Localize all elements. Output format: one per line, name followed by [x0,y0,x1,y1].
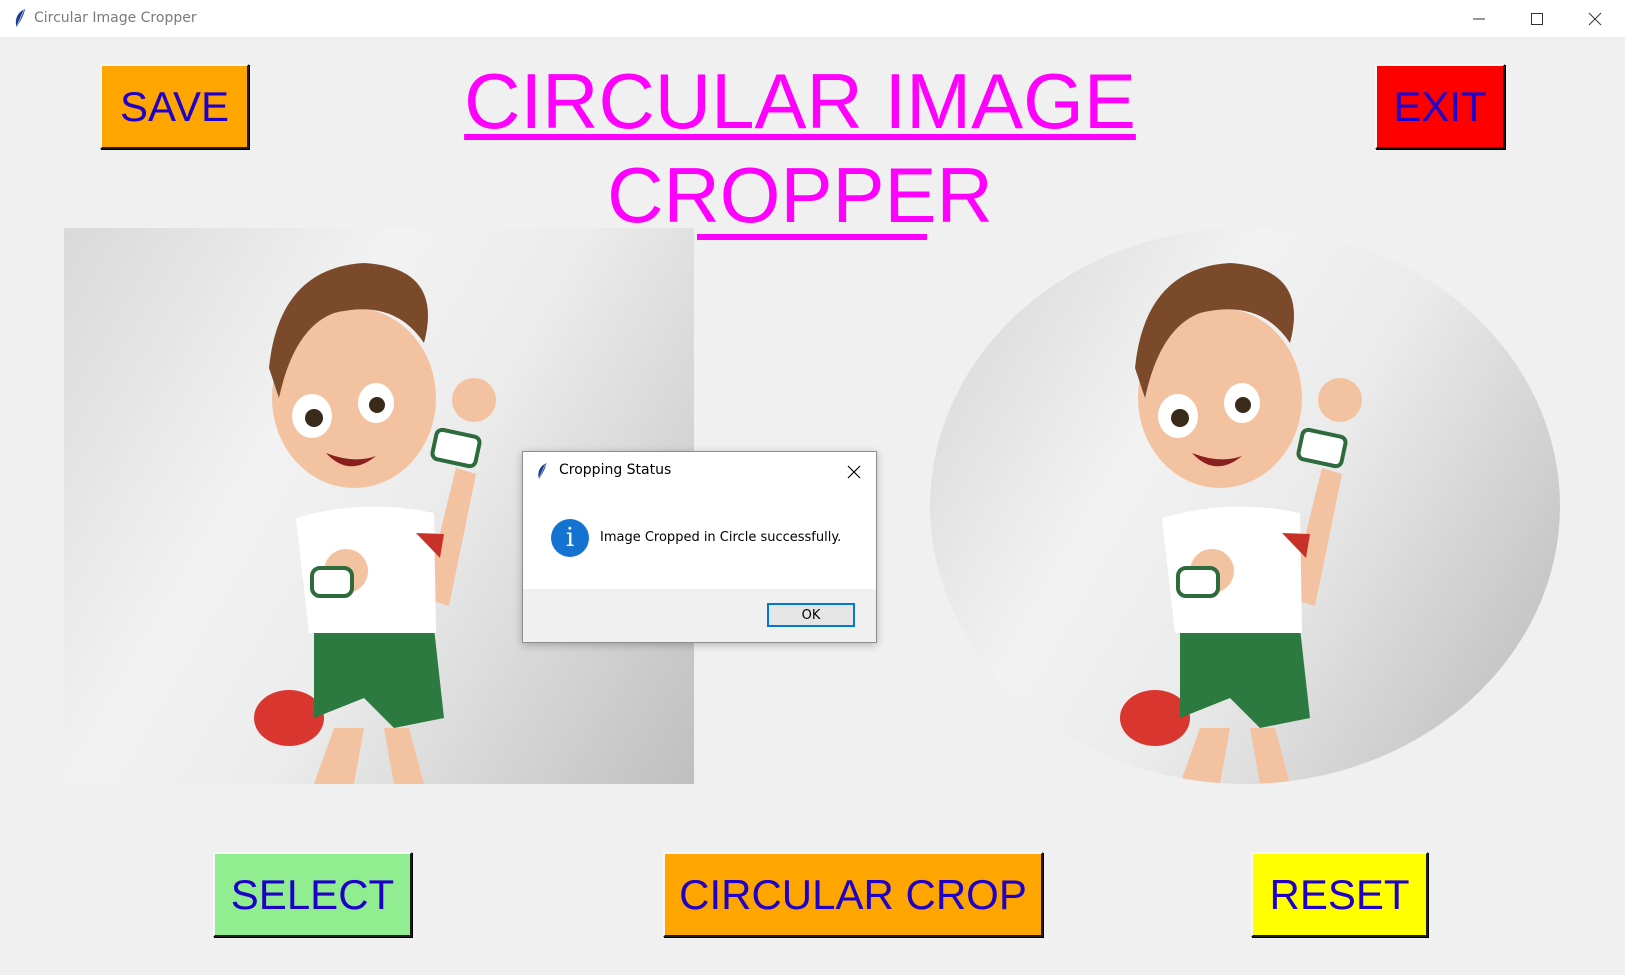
page-title: CIRCULAR IMAGE CROPPER [380,54,1220,242]
window-title: Circular Image Cropper [34,10,197,26]
dialog-close-button[interactable] [842,460,866,484]
cartoon-boy-illustration-cropped [1120,263,1362,784]
circular-crop-button[interactable]: CIRCULAR CROP [663,852,1043,937]
cropping-status-dialog: Cropping Status i Image Cropped in Circl… [522,451,877,643]
close-icon [1588,12,1602,25]
close-icon [847,465,861,479]
window-titlebar: Circular Image Cropper [0,0,1625,37]
select-button-label: SELECT [230,870,395,918]
info-icon: i [551,519,589,557]
exit-button[interactable]: EXIT [1375,64,1505,149]
feather-icon [15,9,25,27]
exit-button-label: EXIT [1393,82,1487,130]
save-button[interactable]: SAVE [100,64,249,149]
maximize-icon [1531,12,1543,25]
select-button[interactable]: SELECT [213,852,412,937]
feather-icon [538,463,547,479]
circular-crop-button-label: CIRCULAR CROP [679,870,1027,918]
reset-button-label: RESET [1269,870,1410,918]
ok-button-label: OK [801,607,821,623]
dialog-message: Image Cropped in Circle successfully. [600,530,842,545]
minimize-icon [1473,18,1485,19]
reset-button[interactable]: RESET [1251,852,1428,937]
close-button[interactable] [1566,0,1624,37]
cropped-circle-image [930,228,1560,784]
ok-button[interactable]: OK [767,603,855,627]
title-underline [697,234,927,240]
save-button-label: SAVE [120,82,229,130]
page-title-line1: CIRCULAR IMAGE [464,57,1136,145]
maximize-button[interactable] [1508,0,1566,37]
dialog-title: Cropping Status [559,462,672,478]
page-title-line2: CROPPER [607,151,993,239]
dialog-footer: OK [523,589,876,642]
minimize-button[interactable] [1450,0,1508,37]
